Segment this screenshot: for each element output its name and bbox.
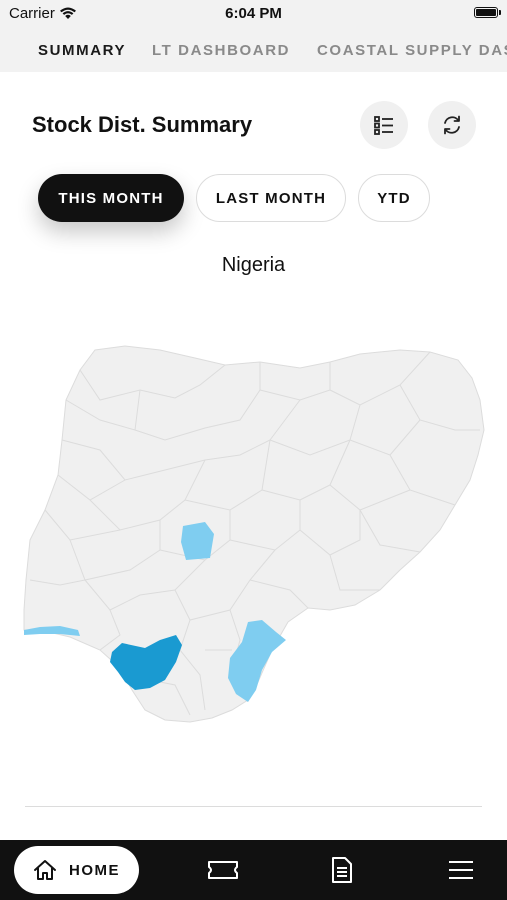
filter-last-month-label: LAST MONTH <box>215 189 327 207</box>
home-icon <box>34 860 56 880</box>
list-icon <box>374 116 393 135</box>
refresh-icon <box>444 115 460 135</box>
region-abuja[interactable] <box>181 522 214 560</box>
page-title: Stock Dist. Summary <box>32 112 253 137</box>
bottom-nav: HOME <box>0 840 507 900</box>
document-icon <box>332 857 352 883</box>
battery-tip <box>499 10 501 15</box>
refresh-button[interactable] <box>428 101 476 149</box>
top-tabs: SUMMARY LT DASHBOARD COASTAL SUPPLY DASH… <box>0 28 507 72</box>
list-view-button[interactable] <box>360 101 408 149</box>
filter-this-month-label: THIS MONTH <box>58 189 164 207</box>
nav-menu[interactable] <box>445 854 477 886</box>
nigeria-map[interactable] <box>0 290 507 750</box>
map-title: Nigeria <box>221 254 286 276</box>
filter-ytd-label: YTD <box>377 189 411 207</box>
status-bar: Carrier 6:04 PM <box>0 0 507 28</box>
ticket-icon <box>208 861 238 879</box>
nav-tickets[interactable] <box>207 854 239 886</box>
menu-icon <box>449 861 473 879</box>
clock: 6:04 PM <box>225 5 282 22</box>
filter-ytd[interactable]: YTD <box>358 174 430 222</box>
nav-home-label: HOME <box>69 861 120 879</box>
tab-lt-dashboard[interactable]: LT DASHBOARD <box>152 42 290 59</box>
nav-home[interactable]: HOME <box>14 846 139 894</box>
tab-coastal-supply-dashboard[interactable]: COASTAL SUPPLY DASHBOARD <box>317 42 507 59</box>
filter-last-month[interactable]: LAST MONTH <box>196 174 346 222</box>
tab-summary[interactable]: SUMMARY <box>38 42 126 59</box>
filter-this-month[interactable]: THIS MONTH <box>38 174 184 222</box>
divider <box>25 806 482 807</box>
nav-documents[interactable] <box>326 854 358 886</box>
battery-icon <box>474 7 498 18</box>
